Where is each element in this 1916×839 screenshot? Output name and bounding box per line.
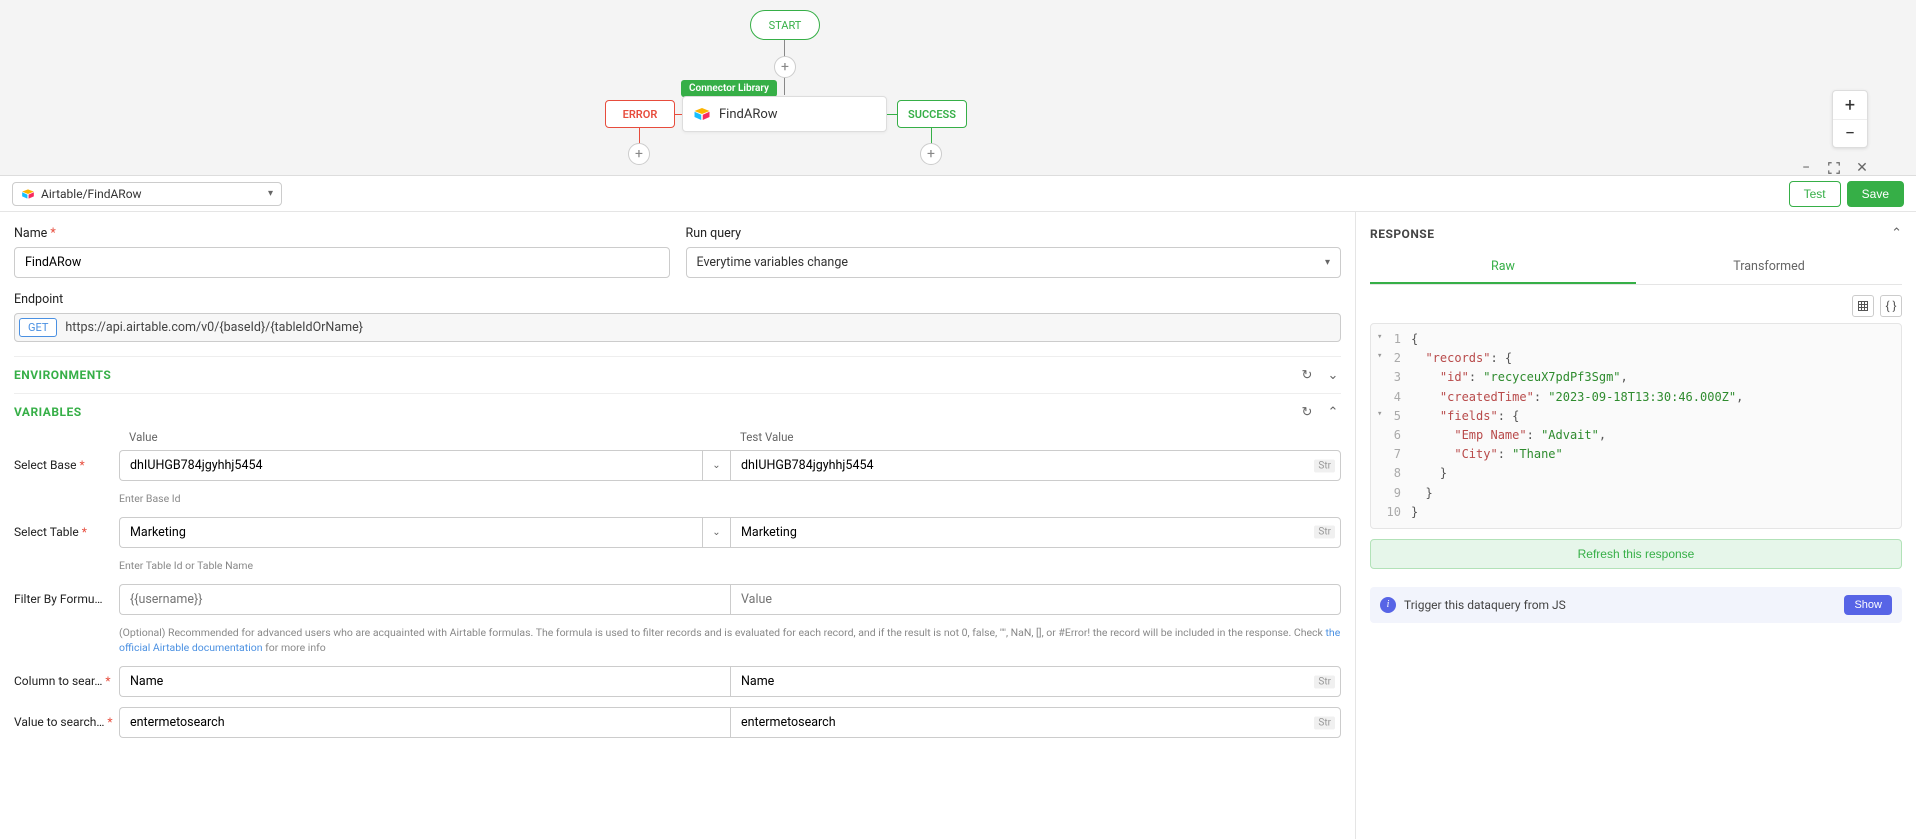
- variable-value-input[interactable]: [119, 450, 730, 481]
- variables-section-header[interactable]: VARIABLES ↻ ⌃: [14, 393, 1341, 430]
- variable-test-value-input[interactable]: [730, 450, 1341, 481]
- expand-icon[interactable]: [1826, 160, 1842, 175]
- variable-name-label: Select Table *: [14, 517, 119, 539]
- name-label: Name *: [14, 226, 670, 241]
- json-view-icon[interactable]: { }: [1880, 295, 1902, 317]
- chevron-down-icon[interactable]: ⌄: [1325, 367, 1341, 383]
- airtable-icon: [693, 105, 711, 123]
- info-icon: i: [1380, 597, 1396, 613]
- type-badge: Str: [1314, 675, 1335, 688]
- endpoint-label: Endpoint: [14, 292, 1341, 307]
- endpoint-field: GET https://api.airtable.com/v0/{baseId}…: [14, 313, 1341, 342]
- test-button[interactable]: Test: [1789, 181, 1841, 207]
- variable-name-label: Filter By Formu…: [14, 584, 119, 606]
- variable-test-value-input[interactable]: [730, 517, 1341, 548]
- response-title: RESPONSE: [1370, 227, 1434, 241]
- variable-value-input[interactable]: [119, 517, 730, 548]
- endpoint-url: https://api.airtable.com/v0/{baseId}/{ta…: [65, 320, 1336, 335]
- connector-library-tag: Connector Library: [681, 80, 777, 97]
- variable-value-input[interactable]: [119, 584, 730, 615]
- chevron-up-icon[interactable]: ⌃: [1325, 404, 1341, 420]
- http-method-badge: GET: [19, 318, 57, 337]
- variable-hint: (Optional) Recommended for advanced user…: [119, 625, 1341, 657]
- response-json[interactable]: 1▾{2▾ "records": {3 "id": "recyceuX7pdPf…: [1370, 323, 1902, 529]
- chevron-down-icon: ▾: [1325, 257, 1330, 268]
- chevron-down-icon[interactable]: ⌄: [702, 517, 730, 548]
- zoom-in-button[interactable]: +: [1833, 91, 1867, 119]
- value-column-header: Value: [119, 430, 730, 444]
- type-badge: Str: [1314, 526, 1335, 539]
- response-pane: RESPONSE ⌃ Raw Transformed { } 1▾{2▾ "re…: [1356, 212, 1916, 839]
- config-panel: Airtable/FindARow ▾ Test Save Name * Run…: [0, 175, 1916, 839]
- add-step-button-success[interactable]: +: [920, 143, 942, 165]
- workflow-node-findarow[interactable]: FindARow: [682, 96, 887, 132]
- add-step-button[interactable]: +: [774, 56, 796, 78]
- name-input[interactable]: [14, 247, 670, 278]
- variable-name-label: Value to search… *: [14, 707, 119, 729]
- environments-section-header[interactable]: ENVIRONMENTS ↻ ⌄: [14, 356, 1341, 393]
- info-text: Trigger this dataquery from JS: [1404, 598, 1566, 612]
- zoom-controls: + −: [1832, 90, 1868, 148]
- type-badge: Str: [1314, 459, 1335, 472]
- variable-name-label: Column to sear… *: [14, 666, 119, 688]
- tab-transformed[interactable]: Transformed: [1636, 251, 1902, 284]
- refresh-icon[interactable]: ↻: [1299, 367, 1315, 383]
- airtable-icon: [21, 187, 35, 201]
- type-badge: Str: [1314, 716, 1335, 729]
- refresh-response-button[interactable]: Refresh this response: [1370, 539, 1902, 569]
- variable-test-value-input[interactable]: [730, 666, 1341, 697]
- edge: [887, 114, 897, 115]
- test-value-column-header: Test Value: [730, 430, 1341, 444]
- variable-test-value-input[interactable]: [730, 584, 1341, 615]
- success-branch-node[interactable]: SUCCESS: [897, 100, 967, 128]
- start-node[interactable]: START: [750, 10, 820, 40]
- tab-raw[interactable]: Raw: [1370, 251, 1636, 284]
- edge: [675, 114, 682, 115]
- add-step-button-error[interactable]: +: [628, 143, 650, 165]
- close-icon[interactable]: ✕: [1854, 160, 1870, 175]
- variable-name-label: Select Base *: [14, 450, 119, 472]
- config-form: Name * Run query Everytime variables cha…: [0, 212, 1356, 839]
- chevron-down-icon[interactable]: ⌄: [702, 450, 730, 481]
- variable-hint: Enter Table Id or Table Name: [119, 558, 1341, 574]
- variable-value-input[interactable]: [119, 666, 730, 697]
- trigger-info-bar: i Trigger this dataquery from JS Show: [1370, 587, 1902, 623]
- error-branch-node[interactable]: ERROR: [605, 100, 675, 128]
- minimize-icon[interactable]: −: [1798, 160, 1814, 175]
- variable-hint: Enter Base Id: [119, 491, 1341, 507]
- show-button[interactable]: Show: [1844, 595, 1892, 615]
- run-query-label: Run query: [686, 226, 1342, 241]
- run-query-select[interactable]: Everytime variables change ▾: [686, 247, 1342, 278]
- connector-selector[interactable]: Airtable/FindARow ▾: [12, 182, 282, 206]
- refresh-icon[interactable]: ↻: [1299, 404, 1315, 420]
- variable-test-value-input[interactable]: [730, 707, 1341, 738]
- workflow-canvas[interactable]: START + Connector Library FindARow ERROR…: [0, 0, 1916, 175]
- zoom-out-button[interactable]: −: [1833, 119, 1867, 147]
- connector-selected-label: Airtable/FindARow: [41, 187, 142, 201]
- table-view-icon[interactable]: [1852, 295, 1874, 317]
- variable-value-input[interactable]: [119, 707, 730, 738]
- chevron-up-icon[interactable]: ⌃: [1891, 226, 1902, 241]
- save-button[interactable]: Save: [1847, 181, 1904, 207]
- chevron-down-icon: ▾: [268, 188, 273, 199]
- node-label: FindARow: [719, 107, 778, 122]
